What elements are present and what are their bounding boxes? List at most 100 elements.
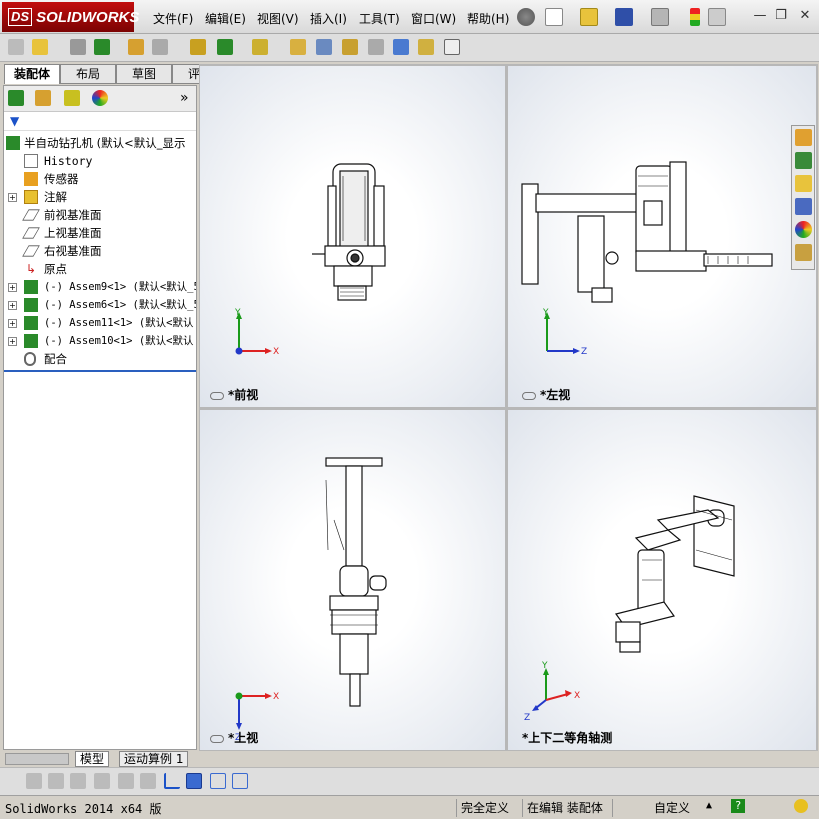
expand-icon[interactable]: + bbox=[8, 301, 17, 310]
new-document-icon[interactable] bbox=[545, 8, 563, 26]
rebuild-traffic-light-icon[interactable] bbox=[690, 8, 700, 26]
tree-item-assem9[interactable]: + (-) Assem9<1> (默认<默认_5 bbox=[4, 278, 196, 296]
menu-insert[interactable]: 插入(I) bbox=[310, 10, 347, 27]
tab-assembly[interactable]: 装配体 bbox=[4, 64, 60, 84]
status-app-version: SolidWorks 2014 x64 版 bbox=[5, 802, 162, 816]
restore-button[interactable]: ❐ bbox=[773, 8, 789, 24]
interference-detection-icon[interactable] bbox=[393, 39, 409, 55]
design-library-icon[interactable] bbox=[795, 152, 812, 169]
insert-component-icon[interactable] bbox=[8, 39, 24, 55]
view-palette-icon[interactable] bbox=[795, 198, 812, 215]
menu-window[interactable]: 窗口(W) bbox=[411, 10, 456, 27]
save-icon[interactable] bbox=[615, 8, 633, 26]
tree-item-mates[interactable]: 配合 bbox=[4, 350, 196, 368]
feature-tree-tab-icon[interactable] bbox=[8, 90, 24, 106]
tab-layout[interactable]: 布局 bbox=[60, 64, 116, 84]
tangent-edges-icon[interactable] bbox=[94, 773, 110, 789]
options-icon[interactable] bbox=[708, 8, 726, 26]
tree-item-assem10[interactable]: + (-) Assem10<1> (默认<默认 bbox=[4, 332, 196, 350]
move-component-icon[interactable] bbox=[152, 39, 168, 55]
close-button[interactable]: ✕ bbox=[797, 8, 813, 24]
menu-help[interactable]: 帮助(H) bbox=[467, 10, 509, 27]
isometric-icon[interactable] bbox=[186, 773, 202, 789]
pin-icon[interactable] bbox=[517, 8, 535, 26]
tree-root[interactable]: 半自动钻孔机 (默认<默认_显示 bbox=[4, 134, 196, 152]
tree-item-assem6[interactable]: + (-) Assem6<1> (默认<默认_5 bbox=[4, 296, 196, 314]
appearances-icon[interactable] bbox=[795, 221, 812, 238]
perspective-icon[interactable] bbox=[140, 773, 156, 789]
viewport-top[interactable]: X Z *上视 bbox=[200, 410, 505, 750]
section-icon[interactable] bbox=[118, 773, 134, 789]
menu-view[interactable]: 视图(V) bbox=[257, 10, 299, 27]
exploded-view-icon[interactable] bbox=[342, 39, 358, 55]
mate-icon[interactable] bbox=[70, 39, 86, 55]
print-icon[interactable] bbox=[651, 8, 669, 26]
reference-geometry-icon[interactable] bbox=[252, 39, 268, 55]
menu-file[interactable]: 文件(F) bbox=[153, 10, 193, 27]
hidden-lines-icon[interactable] bbox=[48, 773, 64, 789]
tree-item-assem11[interactable]: + (-) Assem11<1> (默认<默认 bbox=[4, 314, 196, 332]
menu-edit[interactable]: 编辑(E) bbox=[205, 10, 246, 27]
expand-icon[interactable]: + bbox=[8, 319, 17, 328]
tree-item-right-plane[interactable]: 右视基准面 bbox=[4, 242, 196, 260]
open-folder-icon[interactable] bbox=[580, 8, 598, 26]
linear-pattern-icon[interactable] bbox=[94, 39, 110, 55]
new-motion-study-icon[interactable] bbox=[290, 39, 306, 55]
expand-icon[interactable]: + bbox=[8, 193, 17, 202]
viewport-left[interactable]: Y Z *左视 bbox=[508, 66, 816, 407]
status-spacer bbox=[612, 799, 648, 817]
clearance-verification-icon[interactable] bbox=[418, 39, 434, 55]
expand-icon[interactable]: + bbox=[8, 337, 17, 346]
tree-root-label: 半自动钻孔机 (默认<默认_显示 bbox=[24, 136, 186, 150]
custom-properties-icon[interactable] bbox=[795, 244, 812, 261]
wireframe-icon[interactable] bbox=[70, 773, 86, 789]
feature-manager-tabs: » bbox=[4, 86, 196, 112]
new-part-icon[interactable] bbox=[32, 39, 48, 55]
graphics-area[interactable]: ✕ bbox=[199, 64, 818, 751]
status-definition: 完全定义 bbox=[456, 799, 509, 817]
filter-icon[interactable]: ▼ bbox=[10, 114, 19, 128]
tree-item-front-plane[interactable]: 前视基准面 bbox=[4, 206, 196, 224]
notification-icon[interactable] bbox=[794, 799, 808, 813]
tab-motion-study[interactable]: 运动算例 1 bbox=[119, 751, 189, 767]
rollback-bar[interactable] bbox=[4, 370, 196, 372]
two-view-icon[interactable] bbox=[210, 773, 226, 789]
resources-icon[interactable] bbox=[795, 129, 812, 146]
axis-icon[interactable] bbox=[164, 773, 180, 789]
viewport-isometric[interactable]: Y X Z *上下二等角轴测 bbox=[508, 410, 816, 750]
tree-item-label: (-) Assem10<1> (默认<默认 bbox=[44, 335, 194, 347]
origin-icon: ↳ bbox=[26, 262, 37, 276]
instant3d-icon[interactable] bbox=[444, 39, 460, 55]
property-manager-tab-icon[interactable] bbox=[35, 90, 51, 106]
configuration-manager-tab-icon[interactable] bbox=[64, 90, 80, 106]
units-up-icon[interactable]: ▲ bbox=[706, 800, 712, 811]
subassembly-icon bbox=[24, 280, 38, 294]
expand-panel-icon[interactable]: » bbox=[180, 90, 189, 106]
explode-line-sketch-icon[interactable] bbox=[368, 39, 384, 55]
tree-item-annotations[interactable]: + 注解 bbox=[4, 188, 196, 206]
help-icon[interactable]: ? bbox=[731, 799, 745, 813]
status-units[interactable]: 自定义 bbox=[650, 799, 690, 817]
tab-model[interactable]: 模型 bbox=[75, 751, 110, 767]
bill-of-materials-icon[interactable] bbox=[316, 39, 332, 55]
expand-icon[interactable]: + bbox=[8, 283, 17, 292]
display-manager-tab-icon[interactable] bbox=[92, 90, 108, 106]
tab-sketch[interactable]: 草图 bbox=[116, 64, 172, 84]
tree-item-history[interactable]: History bbox=[4, 152, 196, 170]
tree-item-label: (-) Assem6<1> (默认<默认_5 bbox=[44, 299, 196, 311]
tree-item-top-plane[interactable]: 上视基准面 bbox=[4, 224, 196, 242]
assembly-features-icon[interactable] bbox=[217, 39, 233, 55]
four-view-icon[interactable] bbox=[232, 773, 248, 789]
viewport-front[interactable]: Y X *前视 bbox=[200, 66, 505, 407]
display-shaded-icon[interactable] bbox=[26, 773, 42, 789]
solidworks-logo[interactable]: DS SOLIDWORKS bbox=[2, 2, 139, 32]
tree-item-sensors[interactable]: 传感器 bbox=[4, 170, 196, 188]
menu-tools[interactable]: 工具(T) bbox=[359, 10, 400, 27]
smart-fasteners-icon[interactable] bbox=[128, 39, 144, 55]
minimize-button[interactable]: — bbox=[752, 8, 768, 24]
assembly-icon bbox=[6, 136, 20, 150]
tree-item-origin[interactable]: ↳ 原点 bbox=[4, 260, 196, 278]
tab-scroll-arrows[interactable] bbox=[5, 753, 69, 765]
show-hidden-icon[interactable] bbox=[190, 39, 206, 55]
file-explorer-icon[interactable] bbox=[795, 175, 812, 192]
